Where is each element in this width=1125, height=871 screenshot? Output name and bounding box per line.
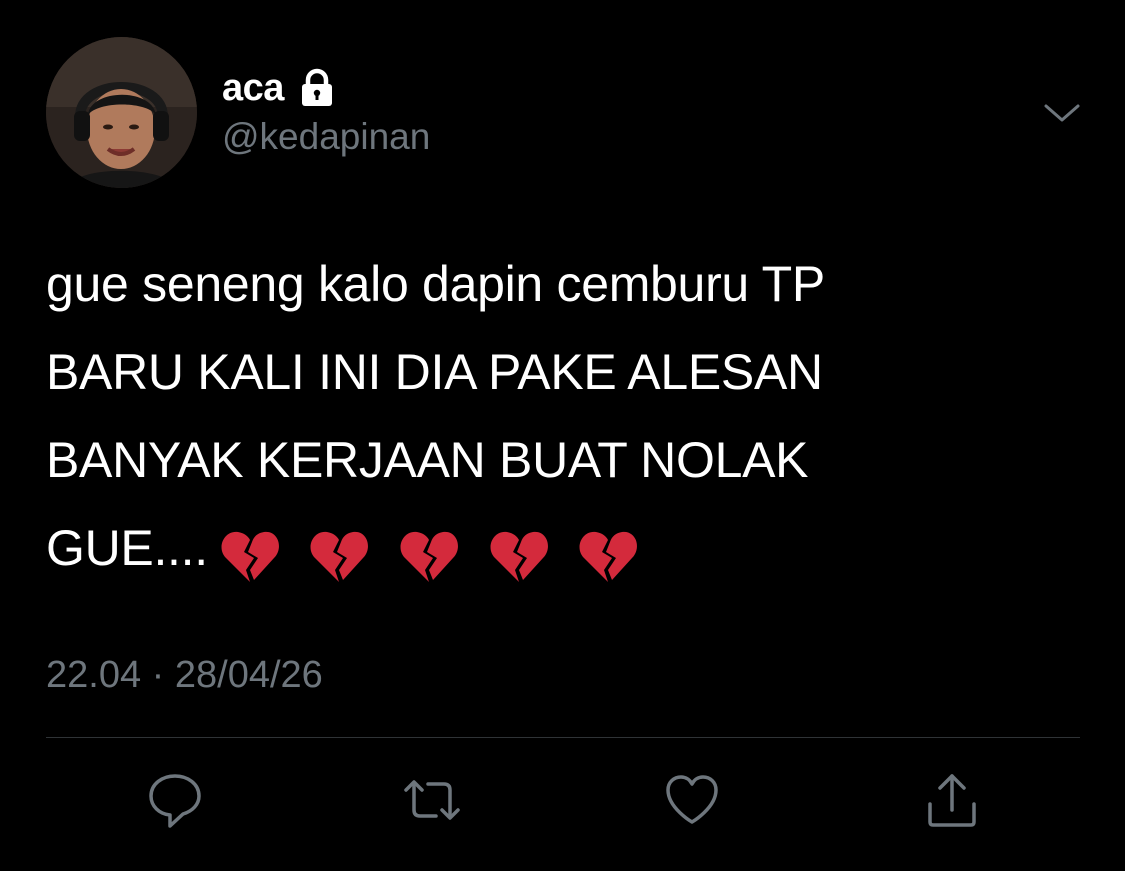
tweet-text-line: BARU KALI INI DIA PAKE ALESAN	[46, 344, 823, 400]
chevron-down-icon[interactable]	[1042, 98, 1082, 128]
tweet-text-line: gue seneng kalo dapin cemburu TP	[46, 256, 825, 312]
tweet-text-line: GUE....	[46, 520, 208, 576]
broken-heart-emoji	[397, 524, 461, 588]
broken-heart-emoji	[576, 524, 640, 588]
tweet-time: 22.04	[46, 654, 142, 696]
tweet-date: 28/04/26	[174, 654, 323, 696]
like-icon	[666, 775, 718, 824]
retweet-icon	[404, 780, 460, 820]
divider	[46, 737, 1080, 738]
reply-button[interactable]	[145, 770, 205, 830]
timestamp-separator: ·	[151, 654, 165, 696]
like-button[interactable]	[662, 770, 722, 830]
broken-heart-emoji	[307, 524, 371, 588]
author-name-row[interactable]: aca	[222, 62, 336, 114]
tweet-text: gue seneng kalo dapin cemburu TP BARU KA…	[46, 240, 1086, 596]
retweet-button[interactable]	[402, 770, 462, 830]
reply-icon	[149, 774, 201, 828]
tweet-text-line: BANYAK KERJAAN BUAT NOLAK	[46, 432, 809, 488]
broken-heart-emoji	[218, 524, 282, 588]
avatar[interactable]	[46, 37, 197, 188]
tweet-text-line-last: GUE....	[46, 504, 1086, 596]
avatar-photo	[46, 37, 197, 188]
share-icon	[928, 774, 976, 827]
broken-heart-emoji	[487, 524, 551, 588]
lock-icon	[298, 68, 336, 108]
action-bar	[0, 770, 1125, 836]
tweet-timestamp[interactable]: 22.04 · 28/04/26	[46, 654, 323, 697]
share-button[interactable]	[922, 770, 982, 830]
display-name[interactable]: aca	[222, 67, 284, 110]
author-handle[interactable]: @kedapinan	[222, 116, 430, 158]
emoji-group	[218, 508, 652, 596]
